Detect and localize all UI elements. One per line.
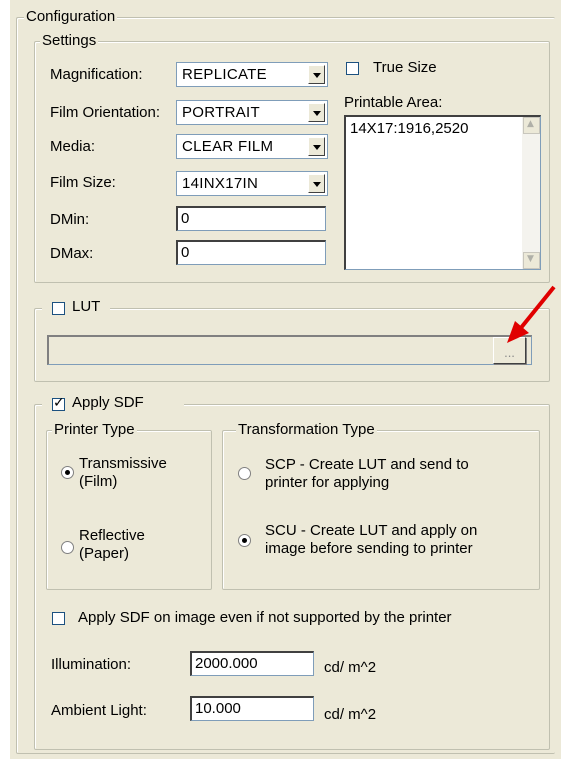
illumination-label: Illumination:: [51, 656, 132, 673]
apply-sdf-label[interactable]: Apply SDF: [72, 394, 144, 412]
lut-path-input[interactable]: [47, 335, 532, 365]
film-size-select[interactable]: 14INX17IN: [176, 171, 328, 196]
annotation-arrow-icon: [507, 285, 556, 343]
magnification-label: Magnification:: [50, 66, 143, 83]
settings-title: Settings: [40, 32, 99, 49]
transformation-type-group: [222, 430, 540, 590]
media-value: CLEAR FILM: [182, 138, 274, 155]
reflective-radio[interactable]: [61, 541, 74, 554]
illumination-input[interactable]: 2000.000: [190, 651, 314, 676]
chevron-down-icon: ▼: [527, 254, 534, 264]
media-label: Media:: [50, 138, 96, 155]
chevron-down-icon[interactable]: [308, 174, 325, 193]
configuration-dialog: Configuration Settings Magnification: RE…: [10, 0, 561, 759]
checkmark-icon: ✓: [53, 395, 65, 411]
ambient-light-value: 10.000: [195, 700, 241, 717]
dmax-input[interactable]: 0: [176, 240, 326, 265]
radio-selected-dot: [242, 538, 247, 543]
lut-label[interactable]: LUT: [72, 298, 100, 316]
printer-type-title: Printer Type: [52, 421, 137, 438]
chevron-up-icon: ▲: [527, 119, 534, 129]
ambient-light-unit: cd/ m^2: [324, 706, 377, 723]
reflective-label-line2[interactable]: (Paper): [79, 545, 129, 563]
film-orientation-select[interactable]: PORTRAIT: [176, 100, 328, 125]
scu-label-line1[interactable]: SCU - Create LUT and apply on: [265, 522, 477, 540]
scu-radio[interactable]: [238, 534, 251, 547]
printer-type-group: [46, 430, 212, 590]
ambient-light-label: Ambient Light:: [51, 702, 147, 719]
true-size-label[interactable]: True Size: [373, 59, 437, 77]
scp-label-line1[interactable]: SCP - Create LUT and send to: [265, 456, 469, 474]
dmin-label: DMin:: [50, 211, 90, 228]
film-orientation-value: PORTRAIT: [182, 104, 260, 121]
dmin-input[interactable]: 0: [176, 206, 326, 231]
radio-selected-dot: [65, 470, 70, 475]
chevron-down-icon[interactable]: [308, 137, 325, 156]
printable-area-list[interactable]: 14X17:1916,2520 ▲ ▼: [344, 115, 541, 270]
dmax-value: 0: [181, 244, 190, 261]
reflective-label-line1[interactable]: Reflective: [79, 527, 145, 545]
scp-label-line2[interactable]: printer for applying: [265, 474, 389, 492]
lut-checkbox[interactable]: [52, 302, 65, 315]
chevron-down-icon[interactable]: [308, 103, 325, 122]
dmax-label: DMax:: [50, 245, 94, 262]
scp-radio[interactable]: [238, 467, 251, 480]
configuration-title: Configuration: [24, 8, 118, 25]
illumination-unit: cd/ m^2: [324, 659, 377, 676]
illumination-value: 2000.000: [195, 655, 258, 672]
film-orientation-label: Film Orientation:: [50, 104, 161, 121]
scroll-down-button[interactable]: ▼: [523, 252, 540, 269]
scroll-up-button[interactable]: ▲: [523, 117, 540, 134]
true-size-checkbox[interactable]: [346, 62, 359, 75]
film-size-value: 14INX17IN: [182, 175, 259, 192]
magnification-select[interactable]: REPLICATE: [176, 62, 328, 87]
list-item[interactable]: 14X17:1916,2520: [350, 120, 468, 138]
transmissive-radio[interactable]: [61, 466, 74, 479]
force-apply-sdf-checkbox[interactable]: [52, 612, 65, 625]
dmin-value: 0: [181, 210, 190, 227]
magnification-value: REPLICATE: [182, 66, 267, 83]
ambient-light-input[interactable]: 10.000: [190, 696, 314, 721]
printable-area-label: Printable Area:: [344, 94, 443, 111]
apply-sdf-checkbox[interactable]: ✓: [52, 395, 65, 411]
scu-label-line2[interactable]: image before sending to printer: [265, 540, 473, 558]
film-size-label: Film Size:: [50, 174, 116, 191]
scrollbar[interactable]: ▲ ▼: [522, 117, 540, 269]
force-apply-sdf-label[interactable]: Apply SDF on image even if not supported…: [78, 609, 452, 627]
transmissive-label-line2[interactable]: (Film): [79, 473, 117, 491]
transmissive-label-line1[interactable]: Transmissive: [79, 455, 167, 473]
chevron-down-icon[interactable]: [308, 65, 325, 84]
media-select[interactable]: CLEAR FILM: [176, 134, 328, 159]
transformation-type-title: Transformation Type: [236, 421, 377, 438]
